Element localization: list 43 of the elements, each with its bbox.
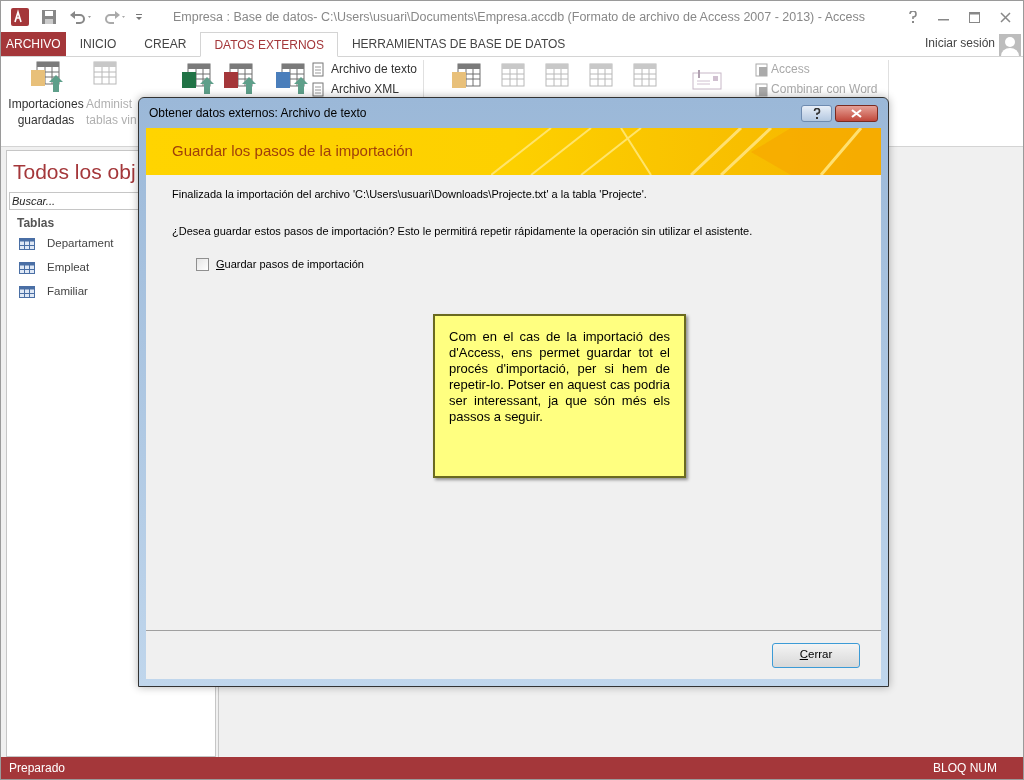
checkbox[interactable] — [196, 257, 209, 271]
maximize-icon[interactable] — [969, 11, 980, 23]
close-button[interactable] — [835, 104, 878, 122]
help-button[interactable] — [801, 104, 832, 122]
table-import-icon — [29, 60, 63, 94]
sign-in-link[interactable]: Iniciar sesión — [924, 34, 995, 52]
ribbon-large-button[interactable]: Importaciones guardadas — [6, 60, 86, 128]
dialog-heading: Guardar los pasos de la importación — [172, 141, 413, 162]
close-icon — [851, 108, 862, 118]
nav-pane-title: Todos los obj — [12, 159, 137, 185]
document-icon — [752, 61, 769, 77]
note-text: Com en el cas de la importació des d'Access, ens permet guardar tot el procés d'importació, per si hem de repetir-lo. Potser en aquest cas podria ser interessant, ja que són més els passos a seguir. — [449, 329, 670, 425]
nav-item[interactable]: Familiar — [7, 279, 215, 304]
close-icon[interactable] — [1000, 11, 1011, 23]
customize-menu-icon[interactable] — [135, 13, 143, 21]
save-question: ¿Desea guardar estos pasos de importación? Esto le permitirá repetir rápidamente la operación sin utilizar el asistente. — [172, 223, 754, 239]
email-icon[interactable] — [692, 68, 723, 90]
checkbox-label[interactable]: Guardar pasos de importación — [216, 256, 364, 273]
excel-import-icon — [180, 62, 214, 96]
save-icon[interactable] — [41, 9, 57, 25]
dialog-title: Obtener datos externos: Archivo de texto — [149, 105, 367, 122]
status-indicator: BLOQ NUM — [933, 760, 997, 777]
ribbon-tab[interactable]: DATOS EXTERNOS — [200, 32, 338, 57]
ribbon-small-button[interactable]: Archivo de texto — [312, 60, 418, 78]
nav-item[interactable]: Empleat — [7, 255, 215, 280]
ribbon-tab[interactable]: CREAR — [130, 32, 201, 56]
table-icon — [19, 237, 35, 250]
file-tab[interactable]: ARCHIVO — [1, 32, 66, 56]
window-title: Empresa : Base de datos- C:\Users\usuari\Documents\Empresa.accdb (Formato de archivo de Access 2007 - 2013) - Access — [173, 8, 865, 26]
help-icon — [812, 107, 821, 119]
user-avatar-icon[interactable] — [999, 34, 1021, 56]
access-import-icon — [222, 62, 256, 96]
help-icon[interactable] — [908, 11, 918, 23]
status-text: Preparado — [9, 760, 66, 777]
ribbon-tab[interactable]: INICIO — [65, 32, 131, 56]
app-logo-icon — [11, 8, 29, 26]
web-import-icon — [274, 62, 308, 96]
document-icon — [752, 81, 769, 97]
ribbon-small-button[interactable]: Archivo XML — [312, 80, 418, 98]
ribbon-tab[interactable]: HERRAMIENTAS DE BASE DE DATOS — [337, 32, 580, 56]
close-dialog-button[interactable]: Cerrar — [772, 642, 860, 668]
table-icon — [19, 285, 35, 298]
table-icon — [19, 261, 35, 274]
